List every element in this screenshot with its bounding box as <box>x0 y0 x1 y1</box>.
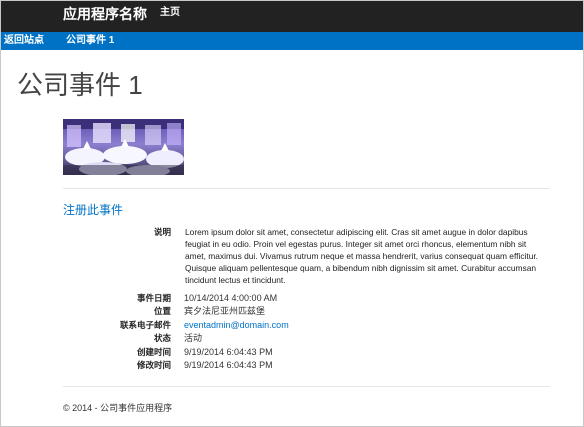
breadcrumb-current: 公司事件 1 <box>66 35 115 46</box>
divider <box>63 188 550 189</box>
breadcrumb-separator-icon: ▸ <box>37 36 42 45</box>
breadcrumb: 返回站点 ▸ 公司事件 1 <box>1 32 583 50</box>
email-link[interactable]: eventadmin@domain.com <box>184 319 289 331</box>
created-value: 9/19/2014 6:04:43 PM <box>184 347 273 357</box>
email-label: 联系电子邮件 <box>119 320 171 330</box>
top-navbar: 应用程序名称 主页 <box>1 1 583 32</box>
footer-text: © 2014 - 公司事件应用程序 <box>63 403 173 413</box>
location-label: 位置 <box>153 306 171 316</box>
divider <box>63 386 550 387</box>
app-name-link[interactable]: 应用程序名称 <box>63 6 147 22</box>
status-label: 状态 <box>153 333 171 343</box>
event-image <box>63 119 184 175</box>
description-value: Lorem ipsum dolor sit amet, consectetur … <box>185 227 538 286</box>
event-date-value: 10/14/2014 4:00:00 AM <box>184 293 278 303</box>
nav-home-link[interactable]: 主页 <box>160 7 180 19</box>
modified-value: 9/19/2014 6:04:43 PM <box>184 360 273 370</box>
modified-label: 修改时间 <box>136 360 171 370</box>
page-title: 公司事件 1 <box>17 70 143 100</box>
description-label: 说明 <box>153 227 171 237</box>
location-value: 宾夕法尼亚州匹兹堡 <box>184 306 266 316</box>
event-date-label: 事件日期 <box>136 293 171 303</box>
register-event-link[interactable]: 注册此事件 <box>63 203 123 217</box>
created-label: 创建时间 <box>136 347 171 357</box>
status-value: 活动 <box>184 333 203 343</box>
